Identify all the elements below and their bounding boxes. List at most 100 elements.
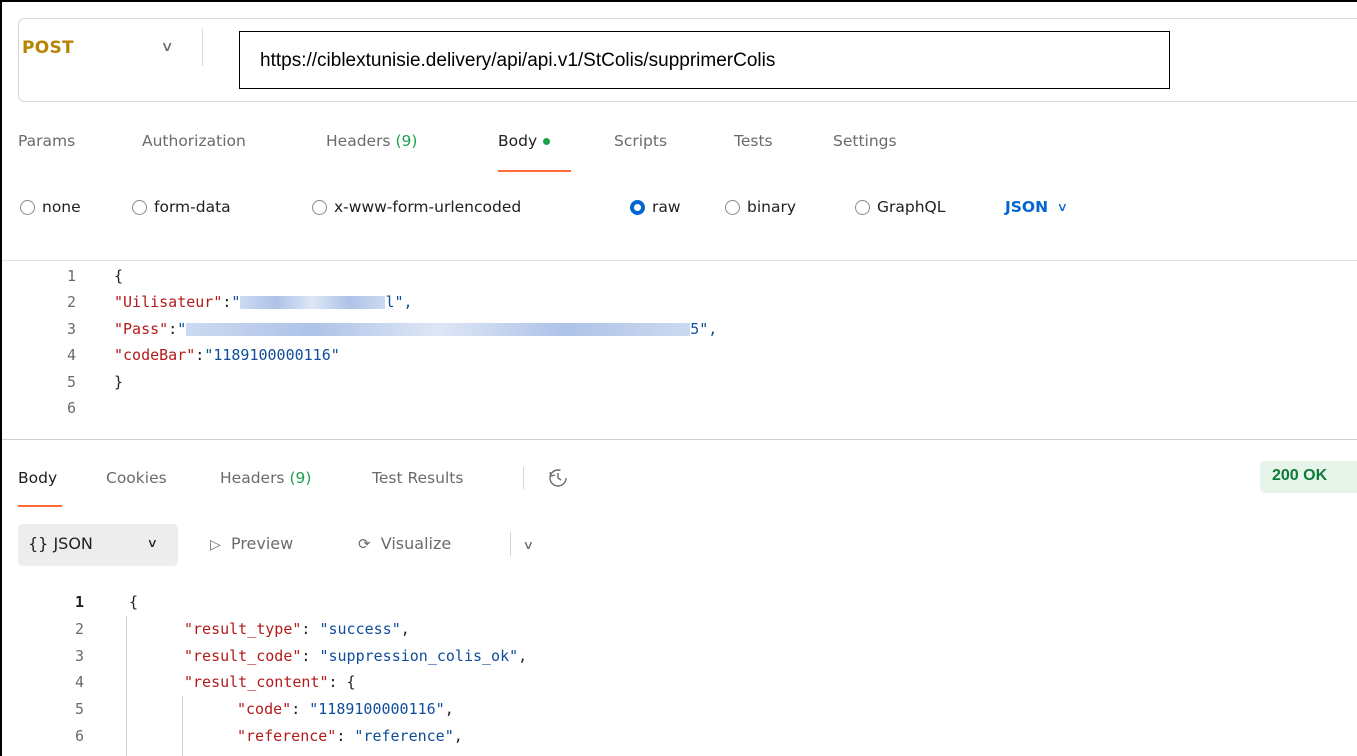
code-line: "result_type": "success", [184, 620, 410, 638]
visualize-label: Visualize [380, 534, 452, 553]
play-icon: ▷ [210, 537, 221, 553]
tab-headers-label: Headers [326, 132, 391, 150]
json-value: "1189100000116" [204, 346, 340, 364]
format-label: JSON [1005, 198, 1049, 216]
divider [2, 260, 1357, 261]
chevron-down-icon: ∨ [1056, 200, 1069, 214]
line-number: 4 [74, 673, 84, 691]
json-value: "reference" [354, 727, 454, 745]
line-number: 4 [66, 346, 76, 364]
radio-icon [312, 199, 327, 215]
response-tab-cookies[interactable]: Cookies [106, 469, 167, 487]
divider [510, 532, 511, 556]
tab-scripts[interactable]: Scripts [614, 132, 667, 150]
response-tab-test-results[interactable]: Test Results [372, 469, 463, 487]
tab-body[interactable]: Body [498, 132, 551, 150]
line-number: 1 [66, 267, 76, 285]
json-key: "result_type" [184, 620, 302, 638]
json-value-tail: l", [385, 293, 413, 311]
chevron-down-icon[interactable]: ∨ [523, 538, 534, 552]
radio-selected-icon [630, 199, 645, 215]
json-key: "codeBar" [114, 346, 196, 364]
postman-window: POST ∨ https://ciblextunisie.delivery/ap… [0, 0, 1357, 756]
url-text: https://ciblextunisie.delivery/api/api.v… [260, 50, 776, 71]
code-line: "reference": "reference", [237, 727, 463, 745]
code-line: "Uilisateur":" l", [114, 293, 413, 311]
chevron-down-icon[interactable]: ∨ [160, 39, 173, 55]
line-number: 2 [66, 293, 76, 311]
radio-raw-label: raw [652, 198, 681, 216]
line-number: 6 [66, 399, 76, 417]
json-key: "Uilisateur" [114, 293, 223, 311]
code-line: "Pass":" 5", [114, 320, 718, 338]
code-line: "result_code": "suppression_colis_ok", [184, 647, 528, 665]
response-tab-headers[interactable]: Headers (9) [220, 469, 311, 487]
code-close-brace: } [114, 373, 124, 391]
redacted-value [186, 323, 691, 336]
json-key: "result_code" [184, 647, 302, 665]
tab-headers[interactable]: Headers (9) [326, 132, 417, 150]
response-format-label: {} JSON [28, 534, 93, 553]
tab-params[interactable]: Params [18, 132, 75, 150]
json-value: "suppression_colis_ok" [319, 647, 519, 665]
code-line: "result_content": { [184, 673, 356, 691]
redacted-value [240, 296, 386, 309]
divider [202, 28, 203, 66]
radio-none-label: none [42, 198, 81, 216]
divider [523, 467, 524, 489]
json-value: "1189100000116" [309, 700, 445, 718]
method-select[interactable]: POST [22, 38, 74, 58]
json-key: "code" [237, 700, 292, 718]
radio-urlencoded[interactable]: x-www-form-urlencoded [312, 198, 521, 216]
radio-form-data-label: form-data [154, 198, 231, 216]
radio-form-data[interactable]: form-data [132, 198, 231, 216]
headers-count: (9) [289, 469, 312, 487]
response-tab-body[interactable]: Body [18, 469, 57, 487]
indent-guide [126, 616, 127, 756]
tab-body-label: Body [498, 132, 538, 150]
radio-raw[interactable]: raw [630, 198, 681, 216]
tab-authorization[interactable]: Authorization [142, 132, 246, 150]
radio-icon [20, 199, 35, 215]
line-number: 5 [66, 373, 76, 391]
headers-count: (9) [395, 132, 418, 150]
line-number: 3 [66, 320, 76, 338]
history-icon[interactable] [547, 467, 569, 493]
tab-settings[interactable]: Settings [833, 132, 897, 150]
code-open-brace: { [114, 267, 124, 285]
line-number: 3 [74, 647, 84, 665]
code-open-brace: { [129, 593, 139, 611]
json-key: "Pass" [114, 320, 169, 338]
tab-tests[interactable]: Tests [734, 132, 773, 150]
pane-divider[interactable] [2, 439, 1357, 440]
code-line: "codeBar":"1189100000116" [114, 346, 340, 364]
line-number: 2 [74, 620, 84, 638]
response-format-select[interactable]: {} JSON ∨ [18, 524, 178, 566]
modified-dot-icon [543, 138, 551, 145]
json-value: "success" [319, 620, 401, 638]
radio-graphql[interactable]: GraphQL [855, 198, 945, 216]
radio-icon [725, 199, 740, 215]
indent-guide [182, 696, 183, 756]
json-key: "reference" [237, 727, 337, 745]
visualize-icon: ⟳ [358, 535, 371, 553]
radio-none[interactable]: none [20, 198, 81, 216]
visualize-button[interactable]: ⟳ Visualize [358, 534, 451, 553]
radio-binary-label: binary [747, 198, 797, 216]
radio-icon [132, 199, 147, 215]
radio-binary[interactable]: binary [725, 198, 796, 216]
radio-graphql-label: GraphQL [877, 198, 946, 216]
active-tab-indicator [18, 505, 62, 507]
line-number: 1 [74, 593, 84, 611]
line-number: 6 [74, 727, 84, 745]
preview-label: Preview [230, 534, 294, 553]
code-line: "code": "1189100000116", [237, 700, 454, 718]
format-select[interactable]: JSON ∨ [1005, 198, 1069, 216]
url-input[interactable]: https://ciblextunisie.delivery/api/api.v… [239, 31, 1170, 89]
active-tab-indicator [498, 170, 571, 172]
line-number: 5 [74, 700, 84, 718]
radio-urlencoded-label: x-www-form-urlencoded [334, 198, 522, 216]
json-value-tail: 5", [690, 320, 718, 338]
chevron-down-icon: ∨ [146, 536, 159, 550]
preview-button[interactable]: ▷ Preview [210, 534, 293, 553]
